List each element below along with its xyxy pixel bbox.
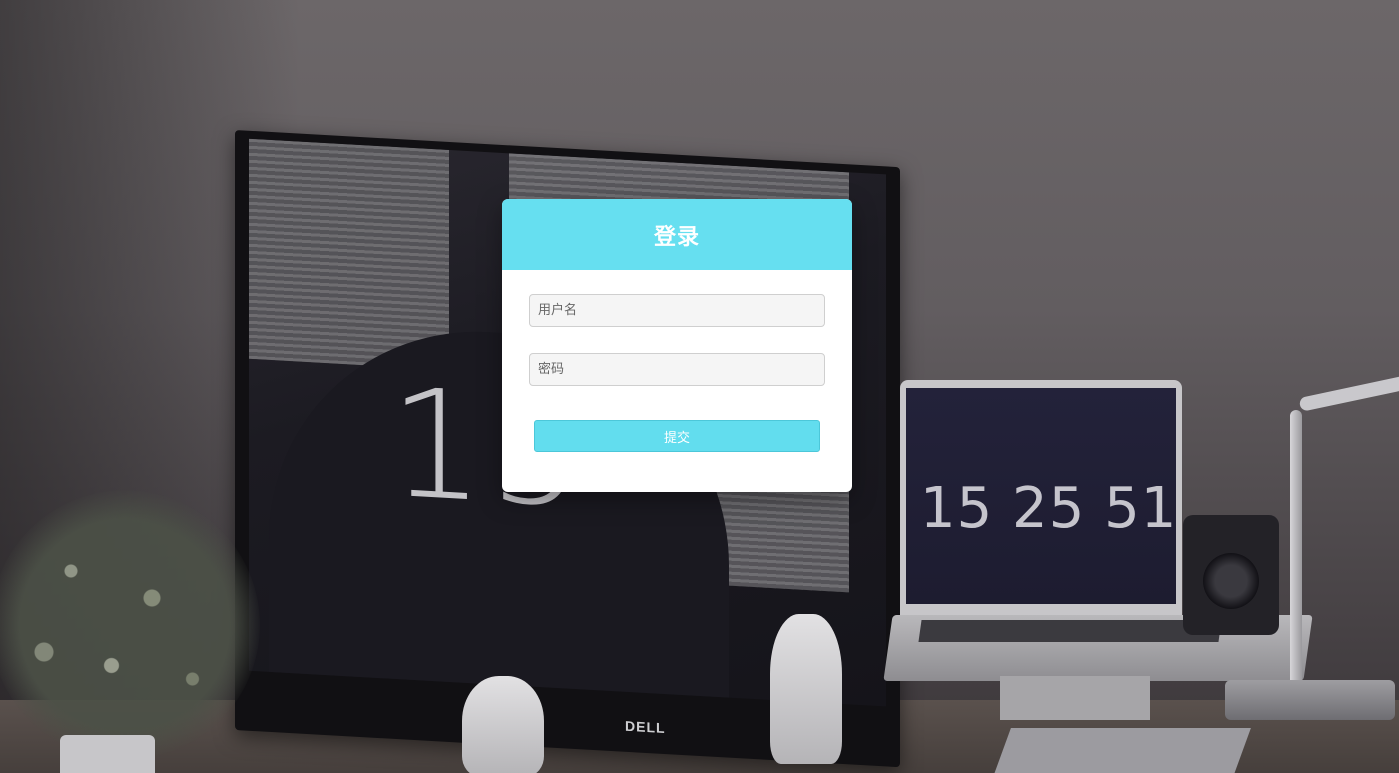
- desk-lamp-arm: [1290, 410, 1302, 690]
- password-input[interactable]: [529, 353, 825, 386]
- login-title: 登录: [653, 224, 700, 250]
- plant-pot: [60, 735, 155, 773]
- desk-lamp-base: [1225, 680, 1395, 720]
- laptop-stand: [1000, 676, 1150, 720]
- speaker: [1183, 515, 1279, 635]
- username-input[interactable]: [529, 294, 825, 327]
- bust-statue: [770, 614, 842, 764]
- submit-button[interactable]: 提交: [534, 420, 820, 452]
- laptop-screen: 15 25 51: [906, 388, 1176, 604]
- laptop-clock-digits: 15 25 51: [920, 476, 1178, 541]
- speaker-cone: [1203, 553, 1259, 609]
- potted-plant: [0, 490, 260, 760]
- laptop: 15 25 51: [900, 380, 1182, 618]
- laptop-keyboard: [918, 620, 1222, 642]
- login-header: 登录: [502, 199, 852, 270]
- window-blinds-reflection: [249, 138, 449, 370]
- dell-logo: DELL: [625, 717, 666, 737]
- keyboard: [989, 728, 1251, 773]
- bust-statue: [462, 676, 544, 773]
- login-form: 登录 提交: [502, 199, 852, 492]
